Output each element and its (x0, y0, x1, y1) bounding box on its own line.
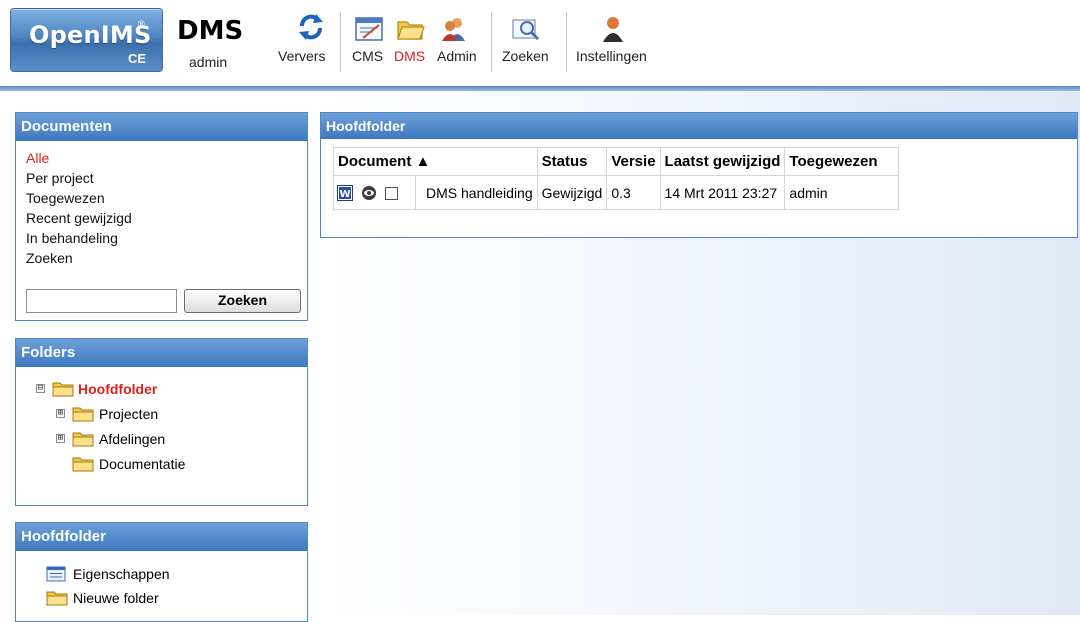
word-document-icon[interactable]: W (337, 185, 353, 202)
folders-panel: Folders ⊟ Hoofdfolder ⊞ Projecten ⊞ Afde… (15, 338, 308, 506)
action-properties-label: Eigenschappen (73, 566, 170, 582)
dms-button[interactable]: DMS (394, 48, 425, 64)
toolbar-separator (491, 12, 492, 72)
collapse-icon[interactable]: ⊟ (36, 384, 45, 393)
documents-table: Document ▲ Status Versie Laatst gewijzig… (333, 147, 899, 210)
row-actions-cell: W (333, 175, 416, 210)
search-magnifier-icon[interactable] (512, 16, 540, 42)
logo-registered-mark: ® (138, 19, 145, 29)
main-folder-panel-title: Hoofdfolder (321, 113, 1077, 139)
dms-folder-icon[interactable] (396, 16, 426, 42)
column-document[interactable]: Document ▲ (333, 147, 538, 176)
expand-icon[interactable]: ⊞ (56, 409, 65, 418)
cms-icon[interactable] (355, 16, 383, 42)
refresh-button[interactable]: Ververs (278, 48, 325, 64)
current-user: admin (189, 54, 228, 70)
folder-actions-panel: Hoofdfolder Eigenschappen Nieuwe folder (15, 522, 308, 622)
folder-icon (72, 457, 94, 472)
folder-icon (72, 407, 94, 422)
action-new-folder-label: Nieuwe folder (73, 590, 159, 606)
folder-icon (72, 432, 94, 447)
logo-name: OpenIMS (29, 21, 152, 49)
column-status[interactable]: Status (536, 147, 608, 176)
link-assigned[interactable]: Toegewezen (26, 188, 132, 208)
settings-button[interactable]: Instellingen (576, 48, 647, 64)
tree-label-departments: Afdelingen (99, 431, 166, 447)
document-name[interactable]: DMS handleiding (415, 175, 538, 210)
admin-users-icon[interactable] (440, 16, 468, 42)
column-version[interactable]: Versie (606, 147, 661, 176)
toolbar-separator (340, 12, 341, 72)
table-header-row: Document ▲ Status Versie Laatst gewijzig… (333, 147, 899, 176)
link-recently-changed[interactable]: Recent gewijzigd (26, 208, 132, 228)
main-folder-panel: Hoofdfolder Document ▲ Status Versie Laa… (320, 112, 1078, 238)
row-select-checkbox[interactable] (384, 186, 398, 200)
document-search-input[interactable] (26, 289, 177, 313)
expand-icon[interactable]: ⊞ (56, 434, 65, 443)
tree-label-documentation: Documentatie (99, 456, 186, 472)
link-all[interactable]: Alle (26, 148, 132, 168)
document-version: 0.3 (606, 175, 661, 210)
refresh-icon[interactable] (296, 12, 326, 42)
top-header: OpenIMS ® CE DMS admin Ververs CMS DMS A… (0, 0, 1080, 86)
documents-link-list: Alle Per project Toegewezen Recent gewij… (26, 148, 132, 268)
tree-label-root: Hoofdfolder (78, 381, 158, 397)
column-last-modified[interactable]: Laatst gewijzigd (659, 147, 786, 176)
new-folder-icon (46, 591, 68, 606)
documents-panel: Documenten Alle Per project Toegewezen R… (15, 112, 308, 321)
documents-panel-title: Documenten (16, 113, 307, 141)
openims-logo[interactable]: OpenIMS ® CE (10, 8, 163, 72)
document-search-button[interactable]: Zoeken (184, 289, 301, 313)
link-per-project[interactable]: Per project (26, 168, 132, 188)
folder-icon (52, 382, 74, 397)
link-search[interactable]: Zoeken (26, 248, 132, 268)
search-tool-button[interactable]: Zoeken (502, 48, 549, 64)
preview-eye-icon[interactable] (361, 185, 377, 201)
settings-user-icon[interactable] (602, 16, 624, 42)
document-status: Gewijzigd (536, 175, 608, 210)
tree-label-projects: Projecten (99, 406, 159, 422)
properties-icon (46, 566, 66, 582)
admin-button[interactable]: Admin (437, 48, 477, 64)
link-in-progress[interactable]: In behandeling (26, 228, 132, 248)
app-title: DMS (177, 16, 244, 46)
folder-actions-panel-title: Hoofdfolder (16, 523, 307, 551)
table-row[interactable]: W DMS handleiding Gewijzigd 0.3 14 Mrt 2… (333, 175, 899, 210)
document-assigned: admin (784, 175, 899, 210)
folders-panel-title: Folders (16, 339, 307, 367)
column-assigned[interactable]: Toegewezen (784, 147, 899, 176)
toolbar-separator (566, 12, 567, 72)
logo-edition: CE (128, 51, 147, 66)
document-last-modified: 14 Mrt 2011 23:27 (659, 175, 786, 210)
svg-text:W: W (339, 189, 350, 200)
cms-button[interactable]: CMS (352, 48, 383, 64)
